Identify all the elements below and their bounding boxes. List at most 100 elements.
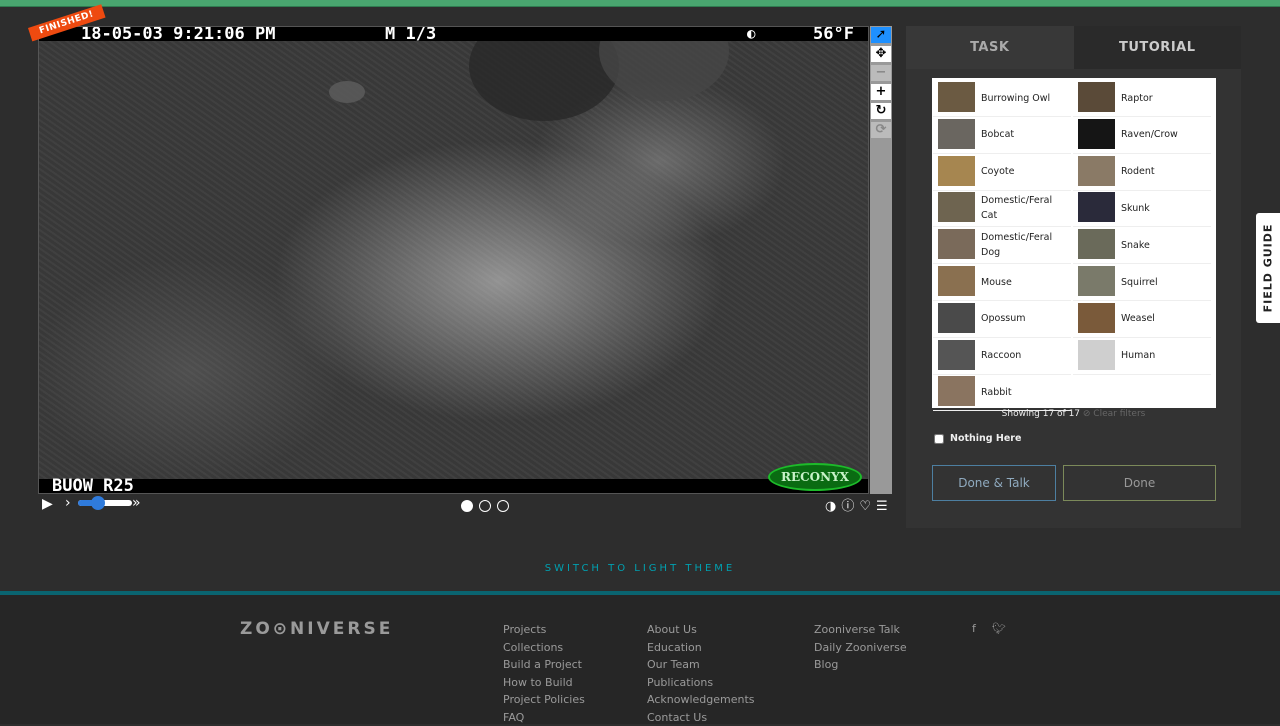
species-choice[interactable]: Raccoon [933,338,1071,375]
species-thumbnail [938,119,975,149]
footer-link[interactable]: Education [647,639,755,657]
footer-link[interactable]: Collections [503,639,585,657]
species-choice[interactable]: Mouse [933,264,1071,301]
moon-phase-icon: ◐ [747,27,755,41]
temperature: 56°F [813,27,854,41]
tab-tutorial[interactable]: TUTORIAL [1074,26,1242,69]
rotate-icon[interactable]: ↻ [871,103,891,119]
species-choice[interactable]: Bobcat [933,117,1071,154]
footer-link[interactable]: Blog [814,656,907,674]
clear-filters-link[interactable]: ⊘ Clear filters [1083,409,1145,419]
heart-icon[interactable]: ♡ [859,499,871,514]
footer-link[interactable]: Daily Zooniverse [814,639,907,657]
done-and-talk-button[interactable]: Done & Talk [932,465,1056,501]
slider-knob[interactable] [91,496,105,510]
footer-column-projects: ProjectsCollectionsBuild a ProjectHow to… [503,621,585,726]
species-label: Coyote [981,154,1071,190]
zoom-out-icon[interactable]: − [871,65,891,81]
species-choice[interactable]: Raptor [1073,80,1211,117]
species-label: Domestic/Feral Dog [981,227,1071,263]
species-choice[interactable]: Coyote [933,154,1071,191]
species-choice[interactable]: Opossum [933,301,1071,338]
footer-link[interactable]: FAQ [503,709,585,726]
species-thumbnail [1078,229,1115,259]
invert-icon[interactable]: ◑ [825,499,836,514]
nothing-here-checkbox[interactable] [934,434,944,444]
species-thumbnail [938,376,975,406]
zooniverse-logo[interactable]: ZO⊙NIVERSE [240,619,393,639]
frame-code: M 1/3 [385,27,436,41]
footer-column-about: About UsEducationOur TeamPublicationsAck… [647,621,755,726]
footer-link[interactable]: Contact Us [647,709,755,726]
species-choice[interactable]: Human [1073,338,1211,375]
collections-list-icon[interactable]: ☰ [876,499,888,514]
species-choice[interactable]: Weasel [1073,301,1211,338]
subject-image-viewer[interactable]: 18-05-03 9:21:06 PM M 1/3 ◐ 56°F BUOW R2… [38,26,869,494]
info-icon[interactable]: ⓘ [841,499,854,514]
zoom-in-icon[interactable]: + [871,84,891,100]
chevron-right-icon[interactable]: › [65,495,71,511]
species-thumbnail [938,303,975,333]
species-thumbnail [1078,266,1115,296]
nothing-here-label: Nothing Here [950,433,1021,444]
species-label: Burrowing Owl [981,80,1071,116]
site-footer: ZO⊙NIVERSE ProjectsCollectionsBuild a Pr… [0,591,1280,724]
footer-link[interactable]: Projects [503,621,585,639]
species-thumbnail [1078,156,1115,186]
species-thumbnail [1078,82,1115,112]
pointer-tool-icon[interactable]: ➚ [871,27,891,43]
facebook-icon[interactable]: f [972,622,976,635]
species-choice[interactable]: Domestic/Feral Dog [933,227,1071,264]
playback-speed-slider[interactable] [78,500,132,506]
nothing-here-option[interactable]: Nothing Here [934,433,1021,444]
twitter-icon[interactable]: 🐦︎ [992,622,1006,635]
done-button[interactable]: Done [1063,465,1216,501]
species-thumbnail [938,229,975,259]
species-choice[interactable]: Domestic/Feral Cat [933,190,1071,227]
footer-column-talk: Zooniverse TalkDaily ZooniverseBlog [814,621,907,674]
tab-task[interactable]: TASK [906,26,1074,69]
play-icon[interactable]: ▶ [42,496,53,512]
frame-dot-1[interactable] [461,500,473,512]
species-label: Human [1121,338,1211,374]
species-choice[interactable]: Squirrel [1073,264,1211,301]
field-guide-tab[interactable]: FIELD GUIDE [1256,213,1280,323]
species-choice[interactable]: Snake [1073,227,1211,264]
species-label: Domestic/Feral Cat [981,190,1071,226]
species-label: Rodent [1121,154,1211,190]
species-choice[interactable]: Raven/Crow [1073,117,1211,154]
footer-link[interactable]: How to Build [503,674,585,692]
footer-link[interactable]: About Us [647,621,755,639]
timestamp: 18-05-03 9:21:06 PM [81,27,275,41]
double-chevron-right-icon[interactable]: » [132,495,141,511]
footer-link[interactable]: Project Policies [503,691,585,709]
footer-link[interactable]: Publications [647,674,755,692]
camera-id: BUOW R25 [52,479,134,493]
footer-link[interactable]: Acknowledgements [647,691,755,709]
species-thumbnail [1078,119,1115,149]
frame-dot-2[interactable] [479,500,491,512]
species-label: Snake [1121,227,1211,263]
reset-icon[interactable]: ⟳ [871,122,891,138]
footer-link[interactable]: Build a Project [503,656,585,674]
species-choice[interactable]: Rabbit [933,374,1071,411]
species-choice[interactable]: Rodent [1073,154,1211,191]
camera-trap-photo[interactable] [39,41,868,481]
species-thumbnail [1078,340,1115,370]
footer-link[interactable]: Zooniverse Talk [814,621,907,639]
top-accent-bar [0,0,1280,7]
species-thumbnail [938,192,975,222]
pan-tool-icon[interactable]: ✥ [871,46,891,62]
showing-count: Showing 17 of 17 [1002,409,1080,419]
species-choice[interactable]: Burrowing Owl [933,80,1071,117]
species-label: Opossum [981,301,1071,337]
switch-theme-link[interactable]: SWITCH TO LIGHT THEME [0,563,1280,574]
species-label: Mouse [981,264,1071,300]
species-choice-grid: Burrowing OwlRaptorBobcatRaven/CrowCoyot… [932,78,1216,408]
species-label: Raccoon [981,338,1071,374]
task-tabs: TASK TUTORIAL [906,26,1241,69]
species-choice[interactable]: Skunk [1073,190,1211,227]
frame-dot-3[interactable] [497,500,509,512]
footer-link[interactable]: Our Team [647,656,755,674]
species-thumbnail [1078,192,1115,222]
